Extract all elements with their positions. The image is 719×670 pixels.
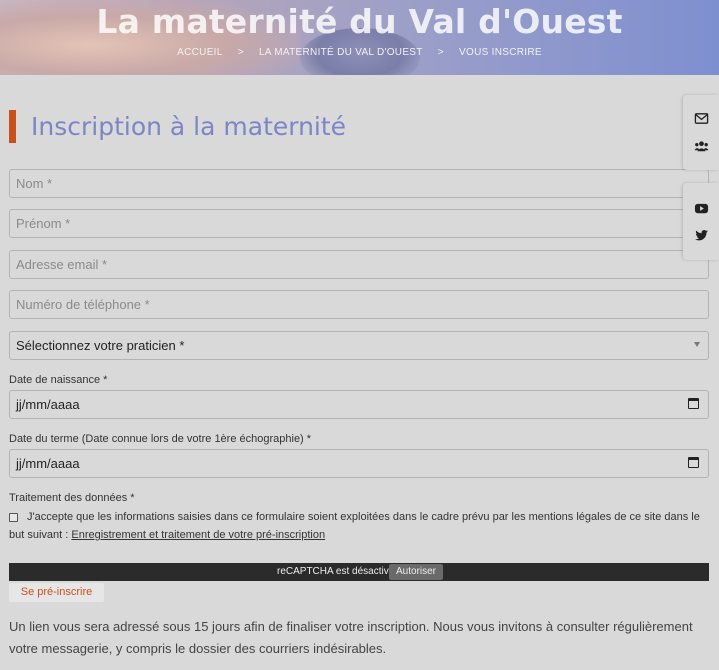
breadcrumb-home[interactable]: ACCUEIL [177, 47, 222, 58]
consent-section-label: Traitement des données * [9, 492, 135, 504]
recaptcha-allow-button[interactable]: Autoriser [389, 564, 444, 580]
consent-checkbox[interactable] [9, 513, 18, 522]
term-date-label: Date du terme (Date connue lors de votre… [9, 433, 312, 445]
chevron-down-icon [694, 342, 700, 347]
info-text: Un lien vous sera adressé sous 15 jours … [9, 619, 693, 656]
prenom-input[interactable]: Prénom * [9, 209, 709, 238]
consent-link[interactable]: Enregistrement et traitement de votre pr… [71, 529, 325, 541]
calendar-icon[interactable] [688, 457, 699, 468]
breadcrumb-separator: > [437, 47, 444, 58]
hero-title: La maternité du Val d'Ouest [96, 2, 623, 41]
consent-text: J'accepte que les informations saisies d… [9, 508, 711, 544]
praticien-select-value: Sélectionnez votre praticien * [16, 338, 185, 353]
calendar-icon[interactable] [688, 398, 699, 409]
submit-button[interactable]: Se pré-inscrire [9, 583, 104, 602]
email-input[interactable]: Adresse email * [9, 250, 709, 279]
users-icon[interactable] [694, 139, 709, 154]
social-panel [683, 183, 719, 260]
term-date-input[interactable]: jj/mm/aaaa [9, 449, 709, 478]
recaptcha-bar: reCAPTCHA est désactivé. Autoriser [9, 563, 709, 581]
birth-date-label: Date de naissance * [9, 374, 108, 386]
breadcrumb-current: VOUS INSCRIRE [459, 47, 542, 58]
title-accent-bar [9, 110, 16, 143]
praticien-select[interactable]: Sélectionnez votre praticien * [9, 331, 709, 360]
recaptcha-status: reCAPTCHA est désactivé. [277, 566, 398, 577]
breadcrumb: ACCUEIL > LA MATERNITÉ DU VAL D'OUEST > … [0, 47, 719, 58]
contact-panel [683, 95, 719, 170]
twitter-icon[interactable] [694, 228, 709, 243]
hero-banner: La maternité du Val d'Ouest ACCUEIL > LA… [0, 0, 719, 75]
birth-date-input[interactable]: jj/mm/aaaa [9, 390, 709, 419]
youtube-icon[interactable] [694, 201, 709, 216]
birth-date-value: jj/mm/aaaa [16, 397, 80, 412]
nom-input[interactable]: Nom * [9, 169, 709, 198]
phone-input[interactable]: Numéro de téléphone * [9, 290, 709, 319]
page-title: Inscription à la maternité [31, 112, 347, 141]
term-date-value: jj/mm/aaaa [16, 456, 80, 471]
breadcrumb-separator: > [237, 47, 244, 58]
breadcrumb-maternite[interactable]: LA MATERNITÉ DU VAL D'OUEST [259, 47, 423, 58]
envelope-icon[interactable] [694, 111, 709, 126]
